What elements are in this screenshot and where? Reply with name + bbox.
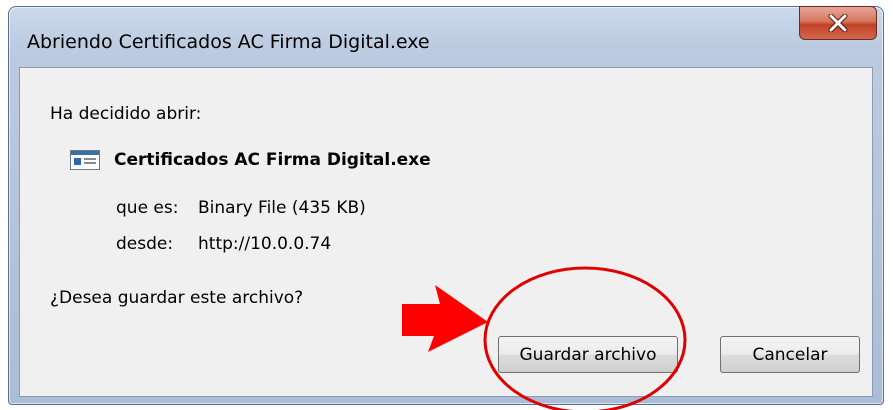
- type-value: Binary File (435 KB): [198, 198, 366, 218]
- save-file-button[interactable]: Guardar archivo: [498, 336, 678, 373]
- title-bar[interactable]: Abriendo Certificados AC Firma Digital.e…: [9, 6, 883, 67]
- type-label: que es:: [116, 198, 179, 218]
- from-label: desde:: [116, 234, 174, 254]
- exe-file-icon: [70, 150, 100, 170]
- file-row: Certificados AC Firma Digital.exe: [70, 150, 431, 170]
- close-icon: [828, 14, 848, 32]
- window-title: Abriendo Certificados AC Firma Digital.e…: [27, 31, 430, 53]
- file-name: Certificados AC Firma Digital.exe: [114, 150, 431, 170]
- download-dialog-window: Abriendo Certificados AC Firma Digital.e…: [8, 6, 884, 405]
- intro-text: Ha decidido abrir:: [50, 104, 202, 124]
- cancel-button[interactable]: Cancelar: [720, 336, 860, 373]
- close-button[interactable]: [799, 6, 877, 40]
- save-question: ¿Desea guardar este archivo?: [50, 288, 304, 308]
- from-value: http://10.0.0.74: [198, 234, 332, 254]
- dialog-body: Ha decidido abrir: Certificados AC Firma…: [19, 67, 873, 397]
